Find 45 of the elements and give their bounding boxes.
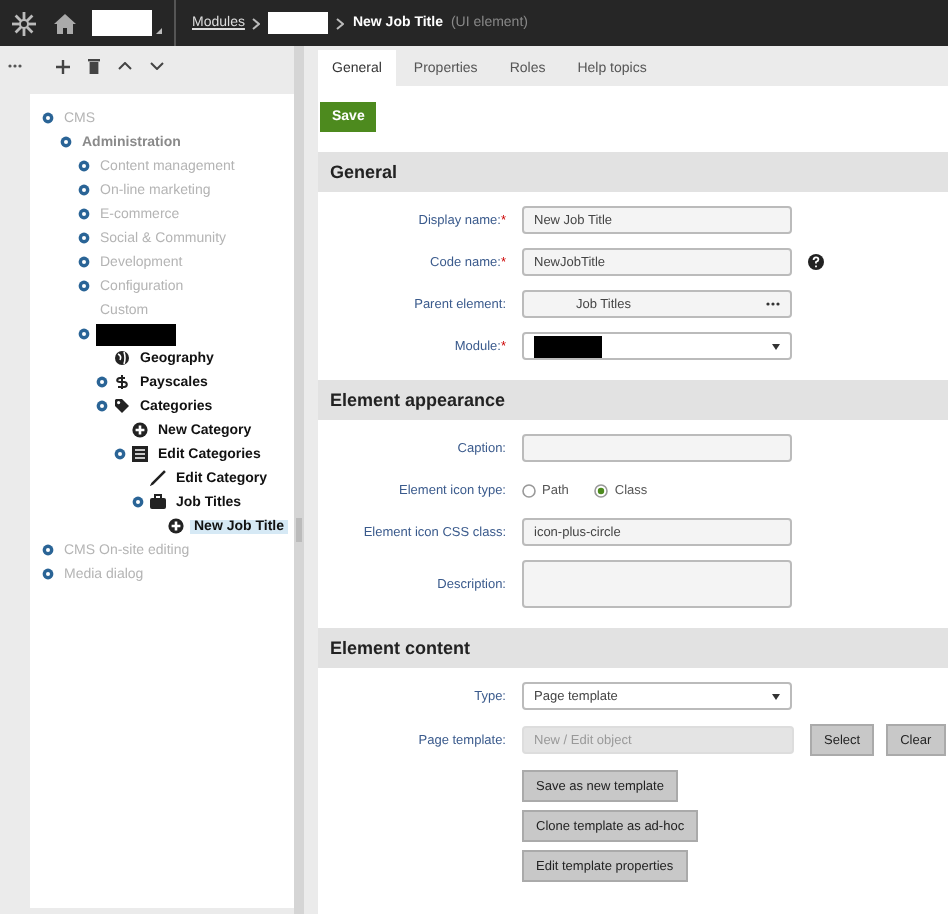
help-icon[interactable] (808, 254, 824, 270)
radio-button[interactable] (522, 483, 536, 497)
toggle-icon[interactable] (42, 112, 54, 124)
caret-icon (772, 343, 780, 349)
logo-icon[interactable] (12, 11, 36, 35)
home-icon[interactable] (54, 13, 76, 33)
list-icon (132, 446, 148, 462)
toggle-icon[interactable] (96, 400, 108, 412)
pencil-icon (150, 470, 166, 486)
dropdown-arrow-icon[interactable] (156, 28, 162, 34)
toggle-icon[interactable] (96, 376, 108, 388)
toggle-icon[interactable] (60, 136, 72, 148)
section-header: General (318, 152, 948, 192)
caret-icon (772, 693, 780, 699)
up-icon[interactable] (118, 62, 132, 70)
redacted-box (92, 10, 152, 36)
toggle-icon[interactable] (114, 448, 126, 460)
radio-button[interactable] (594, 483, 609, 497)
redacted-box (268, 12, 329, 34)
chevron-icon (336, 17, 345, 29)
section-header: Element appearance (318, 380, 948, 420)
chevron-icon (252, 17, 261, 29)
tag-icon (114, 398, 130, 414)
toggle-icon[interactable] (78, 184, 90, 196)
toggle-icon[interactable] (78, 208, 90, 220)
down-icon[interactable] (150, 62, 164, 70)
toggle-icon[interactable] (42, 544, 54, 556)
globe-icon (114, 350, 130, 366)
plus-circle-icon (132, 422, 148, 438)
toggle-icon[interactable] (42, 568, 54, 580)
section-header: Element content (318, 628, 948, 668)
toggle-icon[interactable] (132, 496, 144, 508)
add-icon[interactable] (56, 59, 70, 73)
dropdown[interactable] (522, 332, 792, 360)
toggle-icon[interactable] (78, 256, 90, 268)
trash-icon[interactable] (88, 58, 100, 74)
toggle-icon[interactable] (78, 280, 90, 292)
dollar-icon (114, 374, 130, 390)
toggle-icon[interactable] (78, 160, 90, 172)
briefcase-icon (150, 494, 166, 510)
splitter-handle[interactable] (296, 518, 302, 542)
text-field[interactable] (522, 434, 792, 462)
plus-circle-icon (168, 518, 184, 534)
toggle-icon[interactable] (78, 232, 90, 244)
toggle-icon[interactable] (78, 328, 90, 340)
